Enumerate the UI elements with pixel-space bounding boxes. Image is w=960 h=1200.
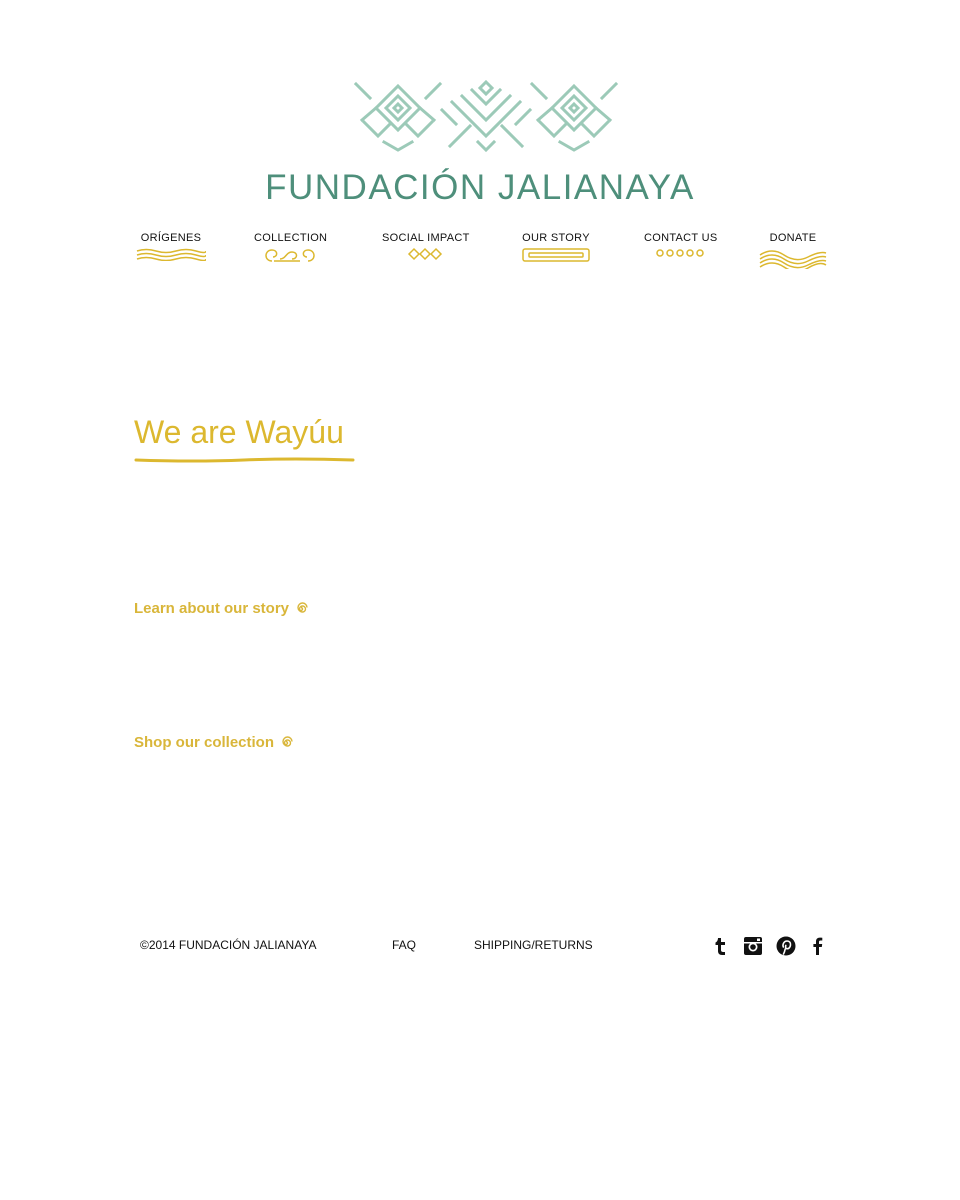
shipping-returns-link[interactable]: SHIPPING/RETURNS bbox=[474, 938, 593, 952]
tumblr-icon[interactable] bbox=[710, 936, 730, 956]
nav-item-label: OUR STORY bbox=[522, 232, 590, 244]
spiral-icon bbox=[297, 601, 308, 613]
shop-collection-label: Shop our collection bbox=[134, 734, 275, 751]
instagram-icon[interactable] bbox=[743, 936, 763, 956]
wave-lines-icon bbox=[136, 248, 206, 261]
nav-item-label: CONTACT US bbox=[644, 232, 718, 244]
spiral-icon bbox=[282, 735, 293, 747]
brand-name[interactable]: FUNDACIÓN JALIANAYA bbox=[0, 168, 960, 208]
pinterest-icon[interactable] bbox=[776, 936, 796, 956]
dots-icon bbox=[656, 249, 704, 257]
learn-story-label: Learn about our story bbox=[134, 600, 290, 617]
footer: ©2014 FUNDACIÓN JALIANAYA FAQ SHIPPING/R… bbox=[0, 936, 960, 956]
copyright-text: ©2014 FUNDACIÓN JALIANAYA bbox=[140, 938, 317, 952]
page-headline: We are Wayúu bbox=[134, 414, 344, 450]
faq-link[interactable]: FAQ bbox=[392, 938, 416, 952]
nav-item-collection[interactable]: COLLECTION bbox=[254, 232, 328, 263]
nav-item-social-impact[interactable]: SOCIAL IMPACT bbox=[382, 232, 470, 261]
nav-item-label: SOCIAL IMPACT bbox=[382, 232, 470, 244]
swirl-icon bbox=[265, 249, 315, 262]
diamonds-icon bbox=[407, 247, 443, 261]
facebook-icon[interactable] bbox=[808, 936, 828, 956]
nav-item-contact-us[interactable]: CONTACT US bbox=[644, 232, 718, 259]
shop-collection-link[interactable]: Shop our collection bbox=[134, 734, 293, 751]
nav-item-label: COLLECTION bbox=[254, 232, 328, 244]
nav-item-origenes[interactable]: ORÍGENES bbox=[136, 232, 206, 261]
nav-item-label: DONATE bbox=[769, 232, 817, 244]
headline-underline bbox=[134, 457, 355, 463]
nav-item-label: ORÍGENES bbox=[140, 232, 202, 244]
nav-item-our-story[interactable]: OUR STORY bbox=[520, 232, 592, 263]
learn-story-link[interactable]: Learn about our story bbox=[134, 600, 308, 617]
nav-item-donate[interactable]: DONATE bbox=[758, 232, 828, 269]
frame-icon bbox=[522, 248, 590, 262]
waves-icon bbox=[759, 250, 827, 269]
wayuu-pattern-logo[interactable] bbox=[354, 80, 618, 152]
main-nav: ORÍGENES COLLECTION SOCIAL IMPACT OUR ST… bbox=[0, 232, 960, 272]
